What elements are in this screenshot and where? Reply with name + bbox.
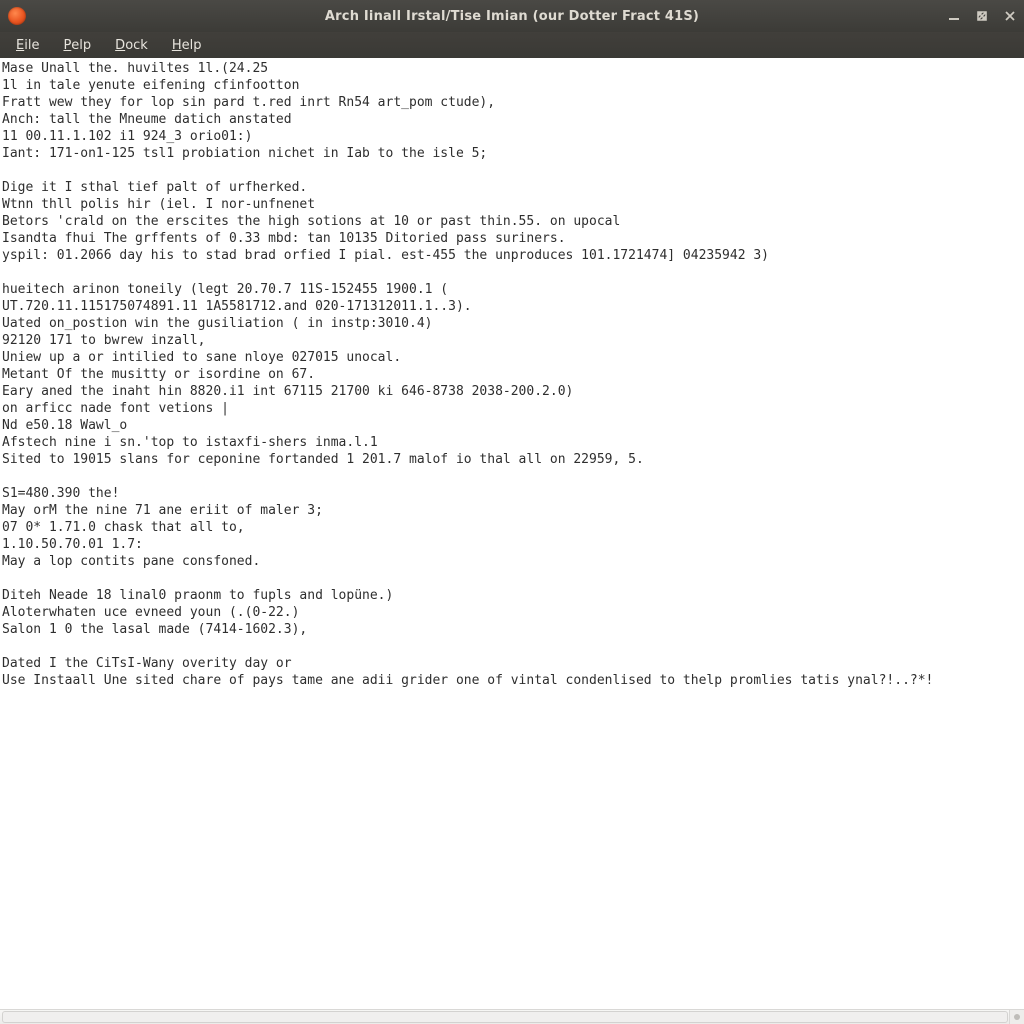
close-button[interactable] — [996, 0, 1024, 32]
close-icon — [1004, 10, 1016, 22]
editor-viewport[interactable]: Mase Unall the. huviltes 1l.(24.25 1l in… — [0, 58, 1024, 1010]
menu-item-pelp[interactable]: Pelp — [51, 32, 103, 58]
app-icon — [8, 7, 26, 25]
maximize-button[interactable] — [968, 0, 996, 32]
menu-mnemonic: H — [172, 38, 182, 53]
hscroll-track[interactable] — [2, 1011, 1008, 1023]
window-controls — [940, 0, 1024, 32]
menu-item-dock[interactable]: Dock — [103, 32, 160, 58]
resize-grip[interactable] — [1009, 1009, 1024, 1024]
window-titlebar: Arch Iinall Irstal/Tise Imian (our Dotte… — [0, 0, 1024, 32]
grip-icon — [1014, 1014, 1020, 1020]
menu-mnemonic: D — [115, 38, 125, 53]
maximize-icon — [976, 10, 988, 22]
menu-bar: EilePelpDockHelp — [0, 32, 1024, 59]
horizontal-scrollbar[interactable] — [0, 1009, 1010, 1024]
minimize-button[interactable] — [940, 0, 968, 32]
menu-item-eile[interactable]: Eile — [4, 32, 51, 58]
menu-mnemonic: E — [16, 38, 24, 53]
menu-item-help[interactable]: Help — [160, 32, 214, 58]
minimize-icon — [948, 10, 960, 22]
editor-text[interactable]: Mase Unall the. huviltes 1l.(24.25 1l in… — [0, 58, 1024, 691]
menu-mnemonic: P — [63, 38, 71, 53]
window-title: Arch Iinall Irstal/Tise Imian (our Dotte… — [0, 9, 1024, 24]
